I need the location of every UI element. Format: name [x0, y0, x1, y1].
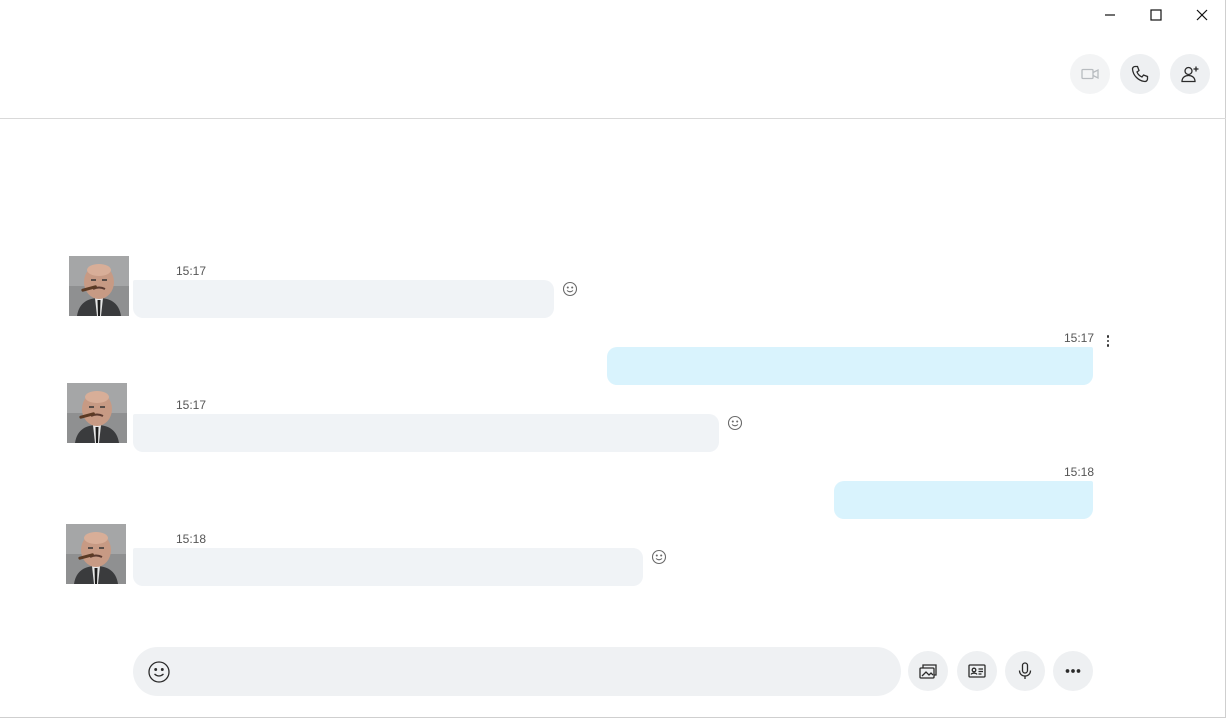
video-call-icon [1081, 68, 1099, 80]
avatar-photo [69, 256, 129, 316]
outgoing-message-bubble[interactable] [834, 481, 1093, 519]
message-timestamp: 15:17 [176, 398, 207, 412]
outgoing-message-bubble[interactable] [607, 347, 1093, 385]
more-dot [1106, 339, 1110, 343]
audio-call-button[interactable] [1120, 54, 1160, 94]
add-reaction-button[interactable] [562, 281, 578, 297]
message-composer [133, 647, 901, 696]
emoji-picker-button[interactable] [147, 660, 171, 684]
video-call-button[interactable] [1070, 54, 1110, 94]
phone-icon [1131, 65, 1149, 83]
message-input[interactable] [189, 647, 879, 696]
message-options-button[interactable] [1103, 333, 1113, 349]
incoming-message-bubble[interactable] [133, 414, 719, 452]
emoji-icon [148, 661, 170, 683]
voice-message-button[interactable] [1005, 651, 1045, 691]
microphone-icon [1018, 662, 1032, 679]
message-timestamp: 15:18 [1064, 465, 1095, 479]
smiley-icon [651, 549, 667, 565]
incoming-message-bubble[interactable] [133, 548, 643, 586]
conversation-header [0, 0, 1226, 119]
add-person-icon [1181, 66, 1199, 83]
message-timestamp: 15:18 [176, 532, 207, 546]
add-participant-button[interactable] [1170, 54, 1210, 94]
avatar[interactable] [67, 383, 127, 443]
more-dot [1106, 344, 1110, 347]
more-horizontal-icon [1065, 669, 1081, 673]
gallery-icon [919, 664, 937, 679]
smiley-icon [727, 415, 743, 431]
message-timestamp: 15:17 [1064, 331, 1095, 345]
app-window: 15:17 15:17 15:17 15:18 15:18 [0, 0, 1226, 718]
smiley-icon [562, 281, 578, 297]
add-reaction-button[interactable] [651, 549, 667, 565]
message-timestamp: 15:17 [176, 264, 207, 278]
contact-card-icon [968, 664, 986, 678]
send-contact-button[interactable] [957, 651, 997, 691]
incoming-message-bubble[interactable] [133, 280, 554, 318]
avatar[interactable] [69, 256, 129, 316]
avatar-photo [66, 524, 126, 584]
more-dot [1106, 335, 1110, 338]
avatar[interactable] [66, 524, 126, 584]
more-options-button[interactable] [1053, 651, 1093, 691]
avatar-photo [67, 383, 127, 443]
add-reaction-button[interactable] [727, 415, 743, 431]
send-media-button[interactable] [908, 651, 948, 691]
